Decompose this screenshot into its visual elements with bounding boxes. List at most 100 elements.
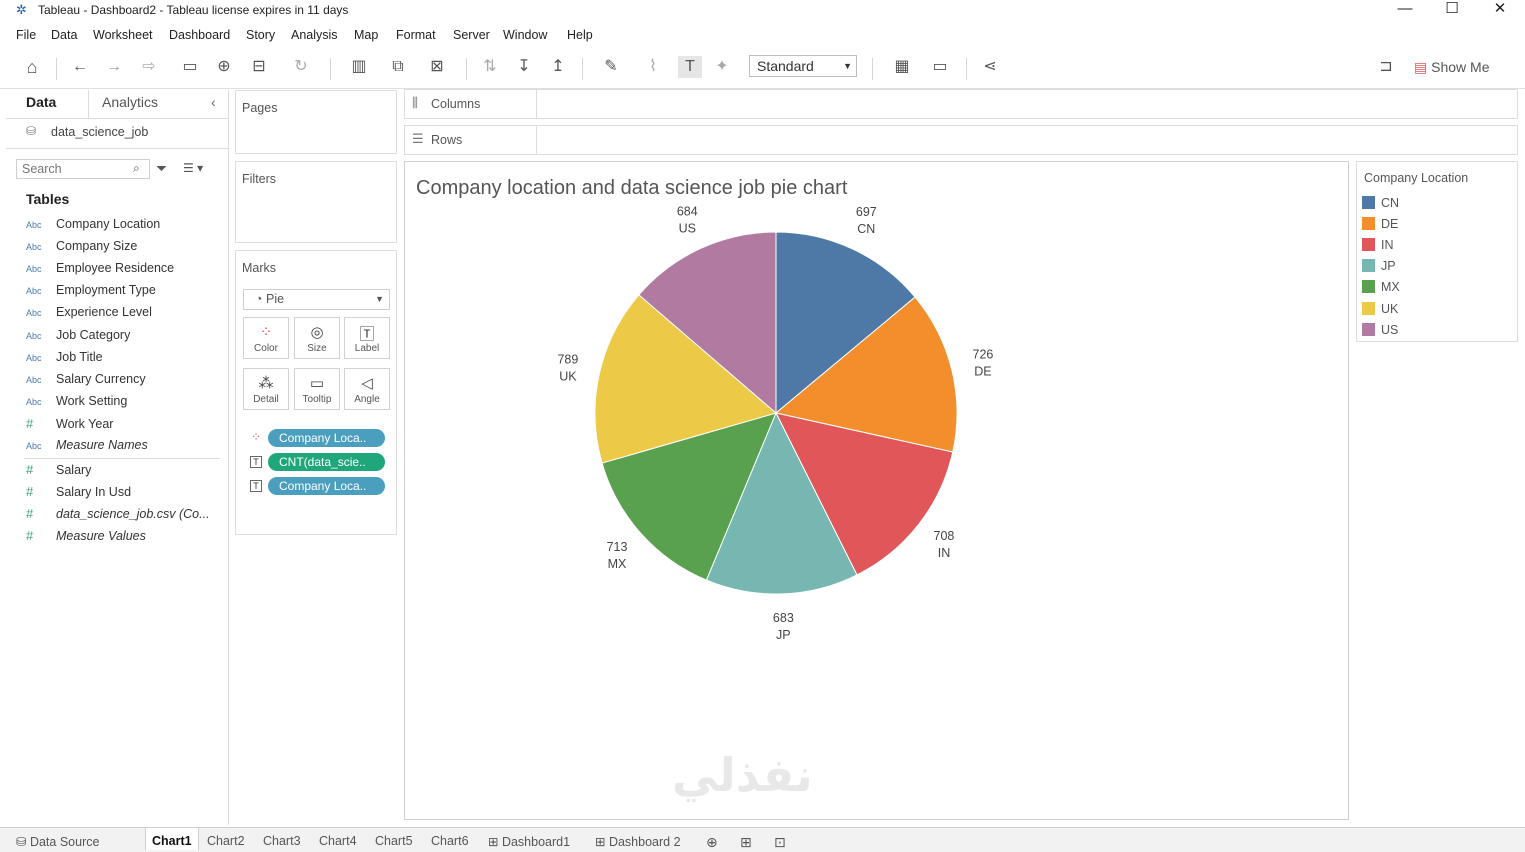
- legend-item-de[interactable]: DE: [1362, 217, 1398, 235]
- datasource-icon: ⛁: [26, 124, 37, 138]
- pie-category-label: DE: [974, 365, 991, 379]
- color-legend[interactable]: Company Location CN DE IN JP MX UK US: [1356, 161, 1518, 342]
- sheet-tab-chart1[interactable]: Chart1: [145, 828, 199, 850]
- legend-item-in[interactable]: IN: [1362, 238, 1394, 256]
- field-salary[interactable]: # Salary: [26, 462, 91, 482]
- pill-color-company-location[interactable]: Company Loca..: [268, 429, 385, 447]
- filters-card[interactable]: Filters: [235, 161, 397, 243]
- sheet-tab-chart6[interactable]: Chart6: [431, 834, 469, 848]
- pause-updates-icon[interactable]: ⊟: [244, 56, 274, 78]
- new-worksheet-icon[interactable]: ⊕: [706, 834, 718, 851]
- search-icon: ⌕: [133, 161, 140, 175]
- field-employment-type[interactable]: Abc Employment Type: [26, 283, 156, 303]
- new-story-icon[interactable]: ⊡: [774, 834, 786, 851]
- redo-icon[interactable]: →: [102, 56, 126, 78]
- filter-icon[interactable]: ⏷: [156, 160, 167, 177]
- color-button[interactable]: ⁘ Color: [243, 317, 289, 359]
- menu-file[interactable]: File: [16, 28, 36, 42]
- search-input[interactable]: [16, 159, 150, 179]
- legend-swatch: [1362, 238, 1375, 251]
- size-button[interactable]: ◎ Size: [294, 317, 340, 359]
- dashboard-tab-1[interactable]: ⊞ Dashboard1: [488, 834, 570, 849]
- sheet-tab-chart5[interactable]: Chart5: [375, 834, 413, 848]
- fit-select[interactable]: Standard ▼: [749, 55, 857, 77]
- legend-item-cn[interactable]: CN: [1362, 196, 1399, 214]
- cards-toggle-icon[interactable]: ▦: [884, 56, 920, 78]
- share-icon[interactable]: ⋖: [978, 56, 1002, 78]
- view-canvas[interactable]: Company location and data science job pi…: [404, 161, 1349, 820]
- pill-label-count[interactable]: CNT(data_scie..: [268, 453, 385, 471]
- highlight-icon[interactable]: ✎: [594, 56, 628, 78]
- duplicate-sheet-icon[interactable]: ⧉: [386, 56, 410, 78]
- field-company-size[interactable]: Abc Company Size: [26, 239, 137, 259]
- ask-data-icon[interactable]: ⊐: [1374, 56, 1398, 78]
- tooltip-button[interactable]: ▭ Tooltip: [294, 368, 340, 410]
- maximize-button[interactable]: ☐: [1429, 0, 1475, 22]
- menu-window[interactable]: Window: [503, 28, 547, 42]
- sheet-tab-chart2[interactable]: Chart2: [207, 834, 245, 848]
- field-employee-residence[interactable]: Abc Employee Residence: [26, 261, 174, 281]
- view-options-icon[interactable]: ☰ ▾: [183, 161, 203, 175]
- tab-data[interactable]: Data: [26, 94, 56, 110]
- dashboard-tab-2[interactable]: ⊞ Dashboard 2: [595, 834, 681, 849]
- clear-sheet-icon[interactable]: ⊠: [420, 56, 454, 78]
- home-icon[interactable]: ⌂: [20, 56, 44, 78]
- pill-label-company-location[interactable]: Company Loca..: [268, 477, 385, 495]
- menu-server[interactable]: Server: [453, 28, 490, 42]
- pages-card[interactable]: Pages: [235, 90, 397, 154]
- collapse-pane-icon[interactable]: ‹: [211, 94, 216, 110]
- new-worksheet-icon[interactable]: ▥: [342, 56, 376, 78]
- menu-format[interactable]: Format: [396, 28, 436, 42]
- menu-story[interactable]: Story: [246, 28, 275, 42]
- replay-icon[interactable]: ⇨: [134, 56, 164, 78]
- field-measure-names[interactable]: Abc Measure Names: [26, 438, 148, 458]
- field-job-category[interactable]: Abc Job Category: [26, 328, 130, 348]
- field-job-title[interactable]: Abc Job Title: [26, 350, 103, 370]
- field-work-year[interactable]: # Work Year: [26, 416, 113, 436]
- sheet-tab-chart4[interactable]: Chart4: [319, 834, 357, 848]
- data-source-tab[interactable]: ⛁ Data Source: [16, 834, 99, 849]
- legend-item-us[interactable]: US: [1362, 323, 1398, 341]
- field-company-location[interactable]: Abc Company Location: [26, 217, 160, 237]
- field-measure-values[interactable]: # Measure Values: [26, 528, 146, 548]
- mark-type-select[interactable]: ◔ Pie ▼: [243, 289, 390, 310]
- show-me-button[interactable]: ▤ Show Me: [1414, 56, 1514, 78]
- save-icon[interactable]: ▭: [178, 56, 202, 78]
- legend-item-jp[interactable]: JP: [1362, 259, 1396, 277]
- sort-descending-icon[interactable]: ↥: [546, 56, 570, 78]
- swap-icon[interactable]: ⇅: [478, 56, 502, 78]
- angle-button[interactable]: ◁ Angle: [344, 368, 390, 410]
- menu-data[interactable]: Data: [51, 28, 77, 42]
- pie-chart[interactable]: 697 CN 726 DE 708 IN 683 JP 713 MX 789 UK 684 US: [405, 162, 1348, 819]
- menu-help[interactable]: Help: [567, 28, 593, 42]
- legend-item-mx[interactable]: MX: [1362, 280, 1400, 298]
- tab-analytics[interactable]: Analytics: [102, 94, 158, 110]
- legend-item-uk[interactable]: UK: [1362, 302, 1398, 320]
- datasource-name[interactable]: data_science_job: [51, 125, 148, 139]
- new-datasource-icon[interactable]: ⊕: [212, 56, 236, 78]
- refresh-icon[interactable]: ↻: [286, 56, 316, 78]
- field-salary-in-usd[interactable]: # Salary In Usd: [26, 484, 131, 504]
- field-record-count[interactable]: # data_science_job.csv (Co...: [26, 506, 210, 526]
- show-labels-icon[interactable]: T: [678, 56, 702, 78]
- sheet-tab-chart3[interactable]: Chart3: [263, 834, 301, 848]
- menu-worksheet[interactable]: Worksheet: [93, 28, 153, 42]
- columns-shelf[interactable]: ⫼ Columns: [404, 89, 1518, 119]
- label-button[interactable]: 🅃 Label: [344, 317, 390, 359]
- close-button[interactable]: ✕: [1477, 0, 1523, 22]
- minimize-button[interactable]: —: [1382, 0, 1428, 22]
- undo-icon[interactable]: ←: [68, 56, 92, 78]
- fix-axes-icon[interactable]: ✦: [710, 56, 734, 78]
- presentation-icon[interactable]: ▭: [928, 56, 952, 78]
- menu-analysis[interactable]: Analysis: [291, 28, 338, 42]
- menu-dashboard[interactable]: Dashboard: [169, 28, 230, 42]
- new-dashboard-icon[interactable]: ⊞: [740, 834, 752, 851]
- group-icon[interactable]: ⌇: [636, 56, 670, 78]
- field-work-setting[interactable]: Abc Work Setting: [26, 394, 127, 414]
- rows-shelf[interactable]: ☰ Rows: [404, 125, 1518, 155]
- detail-button[interactable]: ⁂ Detail: [243, 368, 289, 410]
- field-experience-level[interactable]: Abc Experience Level: [26, 305, 152, 325]
- menu-map[interactable]: Map: [354, 28, 378, 42]
- field-salary-currency[interactable]: Abc Salary Currency: [26, 372, 146, 392]
- sort-ascending-icon[interactable]: ↧: [512, 56, 536, 78]
